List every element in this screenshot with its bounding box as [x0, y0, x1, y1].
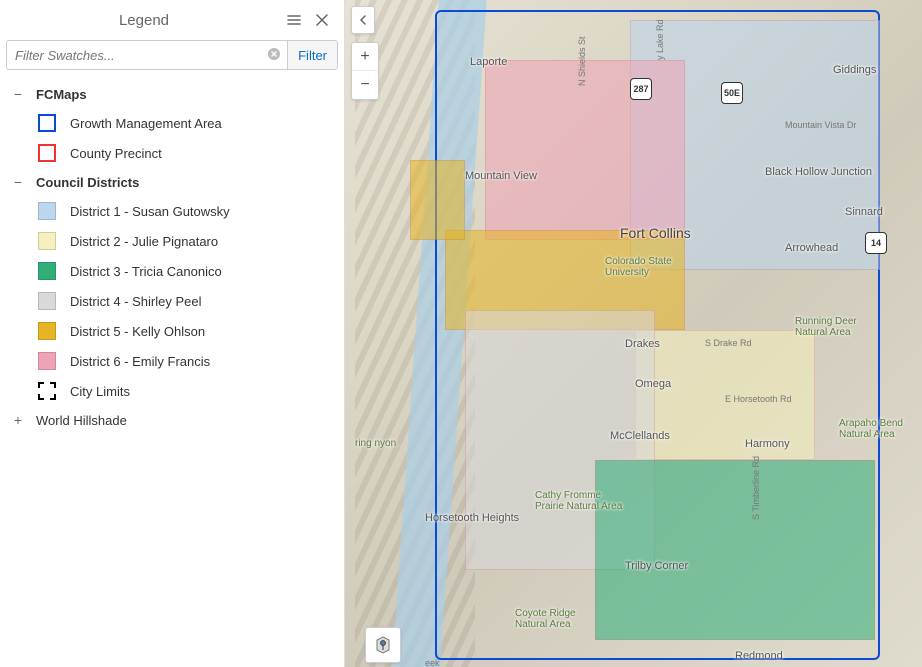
- expand-icon: +: [10, 412, 26, 428]
- road-label: E Horsetooth Rd: [725, 394, 792, 404]
- district-3: [595, 460, 875, 640]
- swatch-outline-red: [38, 144, 56, 162]
- legend-item-d1[interactable]: District 1 - Susan Gutowsky: [0, 196, 344, 226]
- natural-area-label: ring nyon: [355, 438, 396, 449]
- basemap-button[interactable]: [365, 627, 401, 663]
- natural-area-label: Coyote Ridge Natural Area: [515, 608, 605, 630]
- district-6: [485, 60, 685, 240]
- item-label: District 4 - Shirley Peel: [70, 294, 201, 309]
- natural-area-label: Colorado State University: [605, 256, 695, 278]
- swatch-dashed: [38, 382, 56, 400]
- highway-shield: 14: [865, 232, 887, 254]
- item-label: District 1 - Susan Gutowsky: [70, 204, 230, 219]
- natural-area-label: Arapaho Bend Natural Area: [839, 418, 922, 440]
- legend-item-d4[interactable]: District 4 - Shirley Peel: [0, 286, 344, 316]
- group-label: Council Districts: [36, 175, 139, 190]
- swatch: [38, 292, 56, 310]
- collapse-icon: −: [10, 86, 26, 102]
- place-label: Redmond: [735, 650, 783, 662]
- group-hillshade[interactable]: + World Hillshade: [0, 406, 344, 434]
- zoom-in-button[interactable]: +: [352, 43, 378, 71]
- swatch: [38, 322, 56, 340]
- city-label: Fort Collins: [620, 225, 691, 241]
- swatch-outline-blue: [38, 114, 56, 132]
- group-fcmaps[interactable]: − FCMaps: [0, 80, 344, 108]
- item-label: Growth Management Area: [70, 116, 222, 131]
- natural-area-label: Running Deer Natural Area: [795, 316, 885, 338]
- highway-shield: 50E: [721, 82, 743, 104]
- filter-input-wrap: [6, 40, 287, 70]
- road-label: N Shields St: [577, 36, 587, 86]
- legend-item-gma[interactable]: Growth Management Area: [0, 108, 344, 138]
- legend-header: Legend: [0, 0, 344, 40]
- item-label: District 6 - Emily Francis: [70, 354, 210, 369]
- zoom-control: + −: [351, 42, 379, 100]
- legend-body: − FCMaps Growth Management Area County P…: [0, 76, 344, 667]
- item-label: District 5 - Kelly Ohlson: [70, 324, 205, 339]
- road-label: y Lake Rd: [655, 19, 665, 60]
- filter-input[interactable]: [15, 48, 259, 63]
- place-label: Omega: [635, 378, 671, 390]
- place-label: McClellands: [610, 430, 670, 442]
- legend-title: Legend: [12, 12, 276, 29]
- filter-row: Filter: [0, 40, 344, 76]
- item-label: District 3 - Tricia Canonico: [70, 264, 222, 279]
- legend-item-d2[interactable]: District 2 - Julie Pignataro: [0, 226, 344, 256]
- legend-item-d3[interactable]: District 3 - Tricia Canonico: [0, 256, 344, 286]
- place-label: Mountain View: [465, 170, 537, 182]
- highway-shield: 287: [630, 78, 652, 100]
- clear-icon[interactable]: [267, 47, 281, 64]
- place-label: Harmony: [745, 438, 790, 450]
- item-label: District 2 - Julie Pignataro: [70, 234, 218, 249]
- collapse-icon: −: [10, 174, 26, 190]
- place-label: Giddings: [833, 64, 876, 76]
- swatch: [38, 202, 56, 220]
- natural-area-label: Cathy Fromme Prairie Natural Area: [535, 490, 625, 512]
- group-label: FCMaps: [36, 87, 87, 102]
- legend-item-citylimits[interactable]: City Limits: [0, 376, 344, 406]
- place-label: Sinnard: [845, 206, 883, 218]
- filter-button[interactable]: Filter: [287, 40, 338, 70]
- legend-item-precinct[interactable]: County Precinct: [0, 138, 344, 168]
- item-label: County Precinct: [70, 146, 162, 161]
- group-council[interactable]: − Council Districts: [0, 168, 344, 196]
- road-label: S Timberline Rd: [751, 456, 761, 520]
- legend-panel: Legend Filter − FCMaps Growth Management…: [0, 0, 345, 667]
- swatch: [38, 232, 56, 250]
- menu-icon[interactable]: [284, 10, 304, 30]
- place-label: Arrowhead: [785, 242, 838, 254]
- group-label: World Hillshade: [36, 413, 127, 428]
- road-label: eek: [425, 658, 440, 667]
- road-label: S Drake Rd: [705, 338, 752, 348]
- map-canvas[interactable]: Fort Collins Laporte Giddings Mountain Vie…: [345, 0, 922, 667]
- close-icon[interactable]: [312, 10, 332, 30]
- zoom-out-button[interactable]: −: [352, 71, 378, 99]
- swatch: [38, 352, 56, 370]
- place-label: Trilby Corner: [625, 560, 688, 572]
- district-5b: [410, 160, 465, 240]
- place-label: Horsetooth Heights: [425, 512, 519, 524]
- place-label: Drakes: [625, 338, 660, 350]
- place-label: Black Hollow Junction: [765, 166, 872, 178]
- place-label: Laporte: [470, 56, 507, 68]
- item-label: City Limits: [70, 384, 130, 399]
- collapse-panel-button[interactable]: [351, 6, 375, 34]
- legend-item-d6[interactable]: District 6 - Emily Francis: [0, 346, 344, 376]
- swatch: [38, 262, 56, 280]
- legend-item-d5[interactable]: District 5 - Kelly Ohlson: [0, 316, 344, 346]
- road-label: Mountain Vista Dr: [785, 120, 856, 130]
